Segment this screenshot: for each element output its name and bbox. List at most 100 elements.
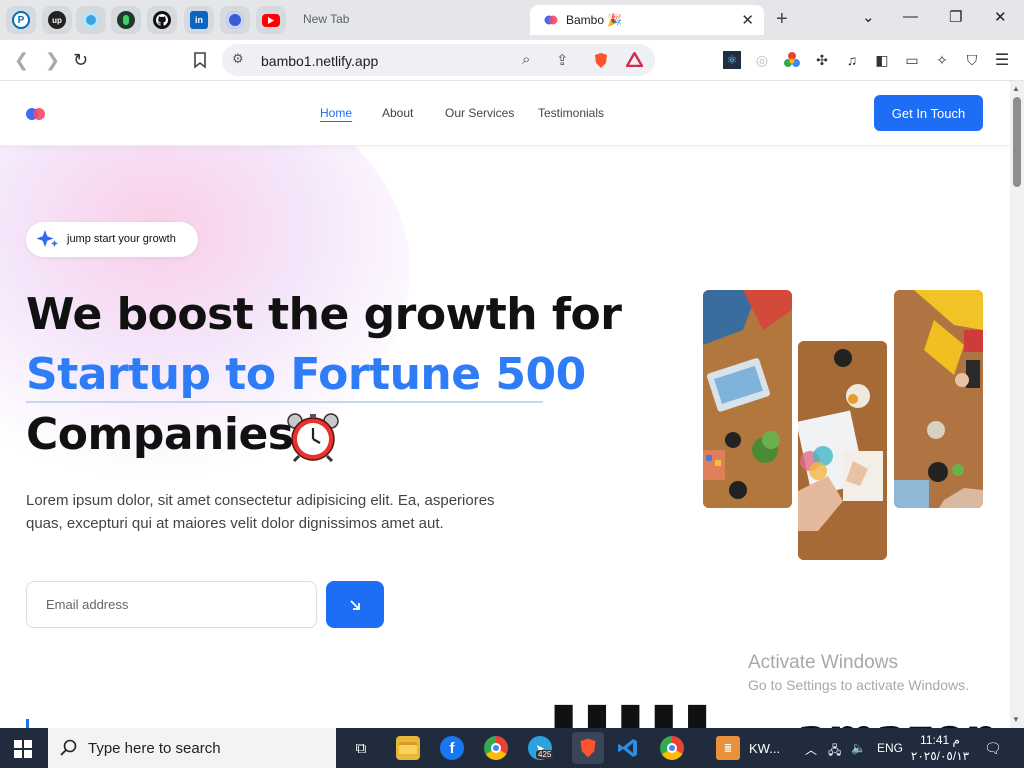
growth-badge: jump start your growth (26, 222, 198, 257)
brave-shield-icon[interactable] (593, 52, 609, 69)
back-icon[interactable]: ❮ (14, 50, 29, 71)
brave-rewards-icon[interactable] (626, 52, 643, 67)
extension-icon[interactable]: ◎ (753, 51, 771, 69)
facebook-icon[interactable]: f (440, 736, 464, 760)
hero-photo-center (798, 341, 887, 560)
system-clock[interactable]: 11:41 م ٢٠٢٥/٠٥/١٣ (910, 732, 970, 764)
nav-testimonials[interactable]: Testimonials (538, 106, 604, 120)
taskbar-search[interactable]: Type here to search (48, 728, 336, 768)
address-bar[interactable]: ⚙ bambo1.netlify.app ⌕ ⇪ (222, 44, 655, 76)
arrow-down-right-icon (350, 599, 360, 610)
brave-taskbar-icon[interactable] (572, 732, 604, 764)
chrome-profile-icon[interactable] (660, 736, 684, 760)
activate-windows-title: Activate Windows (748, 652, 898, 673)
nav-our-services[interactable]: Our Services (445, 106, 514, 120)
github-tab[interactable] (147, 6, 177, 34)
browser-tab-strip: P up in New Tab Bambo 🎉 ✕ + ⌄ — ❐ ✕ (0, 0, 1024, 40)
hero-photo-right (894, 290, 983, 508)
alarm-clock-icon (287, 413, 339, 462)
headline-underline (26, 401, 543, 403)
paypal-icon: P (12, 11, 30, 29)
github-icon (153, 11, 171, 29)
bambo-logo[interactable] (26, 108, 46, 120)
tab-4[interactable] (111, 6, 141, 34)
url-text[interactable]: bambo1.netlify.app (261, 53, 378, 69)
network-icon[interactable]: 🖧 (828, 741, 841, 762)
tray-chevron-icon[interactable]: ︿ (805, 741, 817, 758)
hero-description: Lorem ipsum dolor, sit amet consectetur … (26, 492, 495, 532)
tab-3[interactable] (76, 6, 106, 34)
paypal-tab[interactable]: P (6, 6, 36, 34)
reload-icon[interactable]: ↻ (73, 50, 88, 71)
page-scrollbar[interactable]: ▲ ▼ (1010, 81, 1024, 728)
tab-new-tab[interactable]: New Tab (303, 12, 349, 26)
tab-7[interactable] (220, 6, 250, 34)
app-stack-icon[interactable]: ≣ (716, 736, 740, 760)
media-icon[interactable]: ♫ (843, 51, 861, 69)
tab-active[interactable]: Bambo 🎉 ✕ (530, 5, 764, 35)
task-view-icon[interactable]: ⧉ (349, 736, 373, 760)
vscode-icon[interactable] (616, 736, 640, 760)
youtube-icon (262, 13, 280, 27)
colorpicker-icon[interactable] (783, 51, 801, 69)
nav-home[interactable]: Home (320, 106, 352, 120)
zoom-icon[interactable]: ⌕ (522, 51, 530, 68)
scroll-down-icon[interactable]: ▼ (1012, 715, 1020, 724)
sparkle-icon (36, 230, 58, 247)
bookmark-icon[interactable] (193, 52, 207, 69)
site-settings-icon[interactable]: ⚙ (232, 51, 244, 67)
upwork-icon: up (48, 11, 66, 29)
extensions-puzzle-icon[interactable]: ✣ (813, 51, 831, 69)
nav-about[interactable]: About (382, 106, 413, 120)
linkedin-tab[interactable]: in (184, 6, 214, 34)
forward-icon[interactable]: ❯ (45, 50, 60, 71)
file-explorer-icon[interactable] (396, 736, 420, 760)
scroll-up-icon[interactable]: ▲ (1012, 84, 1020, 93)
wallet-icon[interactable]: ▭ (903, 51, 921, 69)
new-tab-button[interactable]: + (776, 8, 788, 31)
scrollbar-thumb[interactable] (1013, 97, 1021, 187)
close-window-icon[interactable]: ✕ (994, 8, 1007, 26)
share-icon[interactable]: ⇪ (556, 51, 569, 69)
youtube-tab[interactable] (256, 6, 286, 34)
partner-logo-partial: ▌▌▌▌▌ (555, 705, 724, 728)
hero-headline-line3: Companies (26, 409, 294, 460)
upwork-tab[interactable]: up (42, 6, 72, 34)
tab-title: Bambo 🎉 (566, 13, 623, 27)
react-devtools-icon[interactable]: ⚛ (723, 51, 741, 69)
sidebar-icon[interactable]: ◧ (873, 51, 891, 69)
minimize-icon[interactable]: — (903, 8, 918, 25)
search-icon (60, 739, 77, 756)
site-navbar: Home About Our Services Testimonials Get… (0, 81, 1010, 146)
notifications-icon[interactable]: 🗨 (984, 740, 1002, 757)
section-marker (26, 719, 29, 728)
running-app-label[interactable]: KW... (749, 741, 780, 756)
linkedin-icon: in (190, 11, 208, 29)
hero-headline-line1: We boost the growth for (26, 289, 622, 340)
restore-icon[interactable]: ❐ (949, 8, 962, 26)
bambo-favicon-icon (544, 15, 558, 25)
leo-ai-icon[interactable]: ✧ (933, 51, 951, 69)
search-placeholder: Type here to search (88, 740, 221, 757)
amazon-logo: amazon (797, 709, 998, 728)
windows-start-icon[interactable] (14, 740, 32, 758)
get-in-touch-button[interactable]: Get In Touch (874, 95, 983, 131)
browser-toolbar: ❮ ❯ ↻ ⚙ bambo1.netlify.app ⌕ ⇪ ⚛ ◎ ✣ ♫ ◧… (0, 40, 1024, 81)
circle-app-icon (82, 11, 100, 29)
email-submit-button[interactable] (326, 581, 384, 628)
language-indicator[interactable]: ENG (877, 741, 903, 755)
menu-icon[interactable]: ☰ (993, 51, 1011, 69)
email-input[interactable] (26, 581, 317, 628)
green-app-icon (117, 11, 135, 29)
badge-app-icon (226, 11, 244, 29)
clock-time: 11:41 م (920, 733, 960, 747)
tab-search-icon[interactable]: ⌄ (862, 8, 875, 26)
page-viewport: Home About Our Services Testimonials Get… (0, 81, 1010, 728)
hero-headline-line2: Startup to Fortune 500 (26, 349, 586, 400)
vpn-icon[interactable]: ⛉ (963, 51, 981, 69)
telegram-unread-badge: 425 (536, 750, 554, 759)
close-tab-icon[interactable]: ✕ (741, 11, 754, 29)
volume-icon[interactable]: 🔈 (851, 741, 866, 755)
growth-badge-label: jump start your growth (67, 233, 176, 245)
chrome-icon[interactable] (484, 736, 508, 760)
